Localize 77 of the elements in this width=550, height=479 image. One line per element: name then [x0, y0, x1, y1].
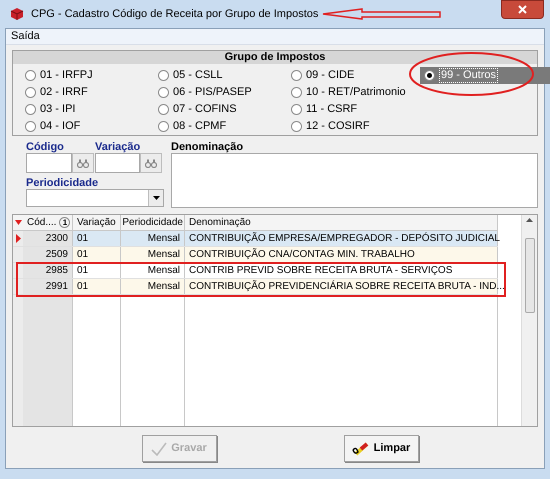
radio-button[interactable]	[158, 121, 169, 132]
table-cell-text: 01	[77, 232, 88, 246]
field-label: Variação	[95, 141, 142, 153]
group-header: Grupo de Impostos	[13, 51, 537, 64]
table-cell-text: 2300	[46, 232, 68, 246]
radio-button[interactable]	[25, 104, 36, 115]
close-button[interactable]	[501, 0, 544, 19]
radio-button[interactable]	[158, 87, 169, 98]
scroll-up-icon[interactable]	[526, 218, 533, 222]
radio-label: 99 - Outros	[439, 68, 498, 83]
table-row[interactable]: 2985 01 Mensal CONTRIB PREVID SOBRE RECEITA BRUTA - SERVIÇOS	[13, 263, 498, 279]
radio-label: 09 - CIDE	[306, 69, 354, 82]
radio-label: 07 - COFINS	[173, 103, 237, 116]
field-label: Denominação	[171, 141, 244, 153]
table-cell-text: 01	[77, 280, 88, 294]
search-button[interactable]	[140, 153, 162, 173]
radio-label: 05 - CSLL	[173, 69, 223, 82]
table-cell-text: Mensal	[148, 232, 180, 246]
table-cell: CONTRIBUIÇÃO EMPRESA/EMPREGADOR - DEPÓSITO JUDICIAL	[189, 231, 500, 246]
indicator-icon	[14, 220, 22, 225]
binoculars-icon	[145, 158, 157, 168]
column-header[interactable]: Denominação	[189, 215, 251, 230]
table-cell-text: CONTRIB PREVID SOBRE RECEITA BRUTA - SERVIÇOS	[189, 264, 452, 278]
app-icon	[9, 7, 25, 21]
radio-button[interactable]	[25, 70, 36, 81]
current-row-icon	[16, 234, 20, 243]
table-row[interactable]: 2300 01 Mensal CONTRIBUIÇÃO EMPRESA/EMPREGADOR - DEPÓSITO JUDICIAL	[13, 231, 498, 247]
radio-button[interactable]	[424, 70, 435, 81]
scroll-thumb[interactable]	[524, 238, 534, 313]
table-cell-text: 2509	[46, 248, 68, 262]
table-cell-text: Mensal	[148, 264, 180, 278]
radio-button[interactable]	[291, 70, 302, 81]
radio-button[interactable]	[291, 87, 302, 98]
column-header[interactable]: Variação	[77, 215, 116, 230]
code-field[interactable]	[26, 153, 72, 173]
clear-button[interactable]: Limpar	[344, 435, 418, 462]
table-cell: CONTRIBUIÇÃO CNA/CONTAG MIN. TRABALHO	[189, 247, 415, 262]
table-cell-text: 2991	[46, 280, 68, 294]
radio-label: 10 - RET/Patrimonio	[306, 86, 406, 99]
checkmark-icon	[151, 442, 168, 456]
sort-badge: 1	[59, 217, 70, 228]
radio-label: 03 - IPI	[40, 103, 76, 116]
column-header[interactable]: Periodicidade	[122, 215, 183, 230]
radio-label: 11 - CSRF	[306, 103, 358, 116]
field-label: Código	[26, 141, 65, 153]
eraser-icon	[352, 442, 370, 456]
radio-button[interactable]	[291, 121, 302, 132]
periodicity-dropdown[interactable]	[26, 189, 164, 207]
table-cell-text: Mensal	[148, 280, 180, 294]
window-title: CPG - Cadastro Código de Receita por Grupo de Impostos	[31, 6, 318, 22]
radio-label: 02 - IRRF	[40, 86, 88, 99]
close-icon	[518, 5, 527, 14]
column-header[interactable]: Cód....	[27, 215, 56, 230]
search-button[interactable]	[72, 153, 94, 173]
table-cell-text: 2985	[46, 264, 68, 278]
table-cell-text: Mensal	[148, 248, 180, 262]
variation-field[interactable]	[95, 153, 140, 173]
radio-label: 12 - COSIRF	[306, 120, 370, 133]
table-cell-text: 01	[77, 264, 88, 278]
radio-button[interactable]	[291, 104, 302, 115]
field-label: Periodicidade	[26, 177, 100, 189]
radio-label: 06 - PIS/PASEP	[173, 86, 252, 99]
radio-button[interactable]	[158, 104, 169, 115]
description-field[interactable]	[171, 153, 538, 208]
dropdown-arrow-icon	[152, 196, 160, 200]
radio-button[interactable]	[25, 121, 36, 132]
table-row[interactable]: 2509 01 Mensal CONTRIBUIÇÃO CNA/CONTAG MIN. TRABALHO	[13, 247, 498, 263]
radio-label: 04 - IOF	[40, 120, 80, 133]
radio-label: 01 - IRFPJ	[40, 69, 93, 82]
radio-label: 08 - CPMF	[173, 120, 226, 133]
scrollbar[interactable]	[521, 215, 537, 426]
table-cell: CONTRIBUIÇÃO PREVIDENCIÁRIA SOBRE RECEITA BRUTA - IND...	[189, 279, 505, 294]
menu-item[interactable]: Saída	[11, 28, 40, 45]
radio-button[interactable]	[158, 70, 169, 81]
binoculars-icon	[77, 158, 89, 168]
table-cell-text: 01	[77, 248, 88, 262]
radio-button[interactable]	[25, 87, 36, 98]
